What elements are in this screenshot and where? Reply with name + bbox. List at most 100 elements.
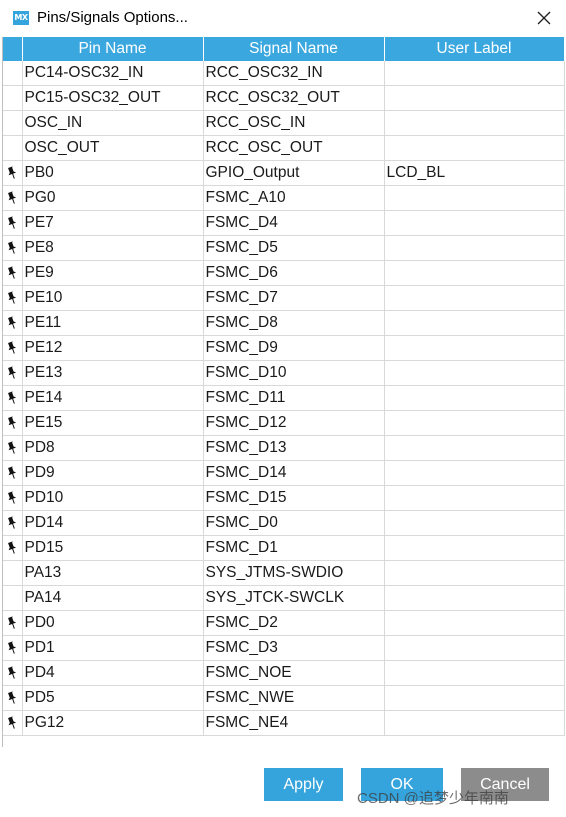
pin-state-cell[interactable] — [3, 610, 23, 636]
user-label-cell[interactable] — [384, 385, 565, 411]
pin-state-cell[interactable] — [3, 260, 23, 286]
table-row[interactable]: PE15 FSMC_D12 — [3, 410, 565, 436]
pin-state-cell[interactable] — [3, 585, 23, 611]
table-row[interactable]: PD5 FSMC_NWE — [3, 685, 565, 711]
pin-state-cell[interactable] — [3, 61, 23, 86]
user-label-cell[interactable] — [384, 635, 565, 661]
column-header-signal-name[interactable]: Signal Name — [203, 37, 385, 61]
user-label-cell[interactable] — [384, 285, 565, 311]
user-label-cell[interactable] — [384, 585, 565, 611]
pin-state-cell[interactable] — [3, 185, 23, 211]
pin-name-cell: OSC_IN — [22, 110, 204, 136]
table-row[interactable]: PD0 FSMC_D2 — [3, 610, 565, 636]
pin-state-cell[interactable] — [3, 485, 23, 511]
table-row[interactable]: PD15 FSMC_D1 — [3, 535, 565, 561]
table-row[interactable]: PE11 FSMC_D8 — [3, 310, 565, 336]
table-row[interactable]: PD4 FSMC_NOE — [3, 660, 565, 686]
table-row[interactable]: PA14 SYS_JTCK-SWCLK — [3, 585, 565, 611]
pin-state-cell[interactable] — [3, 435, 23, 461]
column-header-user-label[interactable]: User Label — [384, 37, 565, 61]
table-row[interactable]: PE14 FSMC_D11 — [3, 385, 565, 411]
table-row[interactable]: OSC_OUT RCC_OSC_OUT — [3, 135, 565, 161]
user-label-cell[interactable] — [384, 360, 565, 386]
user-label-cell[interactable] — [384, 110, 565, 136]
table-row[interactable]: OSC_IN RCC_OSC_IN — [3, 110, 565, 136]
user-label-cell[interactable] — [384, 61, 565, 86]
pin-state-cell[interactable] — [3, 310, 23, 336]
table-row[interactable]: PE13 FSMC_D10 — [3, 360, 565, 386]
table-row[interactable]: PD14 FSMC_D0 — [3, 510, 565, 536]
table-row[interactable]: PD9 FSMC_D14 — [3, 460, 565, 486]
pin-state-cell[interactable] — [3, 360, 23, 386]
user-label-cell[interactable] — [384, 460, 565, 486]
pin-state-cell[interactable] — [3, 660, 23, 686]
pin-name-cell: PE9 — [22, 260, 204, 286]
cancel-button[interactable]: Cancel — [461, 768, 549, 801]
pin-state-cell[interactable] — [3, 710, 23, 736]
table-row[interactable]: PE7 FSMC_D4 — [3, 210, 565, 236]
pins-table-container[interactable]: Pin Name Signal Name User Label PC14-OSC… — [2, 37, 565, 747]
table-row[interactable]: PB0 GPIO_Output LCD_BL — [3, 160, 565, 186]
user-label-cell[interactable] — [384, 235, 565, 261]
user-label-cell[interactable] — [384, 260, 565, 286]
table-row[interactable]: PE8 FSMC_D5 — [3, 235, 565, 261]
user-label-cell[interactable] — [384, 310, 565, 336]
column-header-pin-name[interactable]: Pin Name — [22, 37, 204, 61]
close-button[interactable] — [532, 6, 556, 30]
ok-button[interactable]: OK — [361, 768, 443, 801]
pin-state-cell[interactable] — [3, 110, 23, 136]
user-label-cell[interactable] — [384, 335, 565, 361]
user-label-cell[interactable] — [384, 535, 565, 561]
pin-state-cell[interactable] — [3, 235, 23, 261]
pin-state-cell[interactable] — [3, 535, 23, 561]
user-label-cell[interactable] — [384, 610, 565, 636]
pin-state-cell[interactable] — [3, 410, 23, 436]
pin-state-cell[interactable] — [3, 135, 23, 161]
table-row[interactable]: PD1 FSMC_D3 — [3, 635, 565, 661]
user-label-cell[interactable]: LCD_BL — [384, 160, 565, 186]
table-row[interactable]: PE10 FSMC_D7 — [3, 285, 565, 311]
apply-button[interactable]: Apply — [264, 768, 343, 801]
pin-state-cell[interactable] — [3, 210, 23, 236]
user-label-cell[interactable] — [384, 510, 565, 536]
user-label-cell[interactable] — [384, 210, 565, 236]
user-label-cell[interactable] — [384, 185, 565, 211]
pin-state-cell[interactable] — [3, 160, 23, 186]
user-label-cell[interactable] — [384, 660, 565, 686]
pin-name-cell: PB0 — [22, 160, 204, 186]
pin-state-cell[interactable] — [3, 685, 23, 711]
user-label-cell[interactable] — [384, 485, 565, 511]
pin-state-cell[interactable] — [3, 85, 23, 111]
user-label-cell[interactable] — [384, 135, 565, 161]
user-label-cell[interactable] — [384, 710, 565, 736]
table-row[interactable]: PA13 SYS_JTMS-SWDIO — [3, 560, 565, 586]
pin-state-cell[interactable] — [3, 460, 23, 486]
pin-state-cell[interactable] — [3, 385, 23, 411]
user-label-cell[interactable] — [384, 85, 565, 111]
user-label-cell[interactable] — [384, 560, 565, 586]
table-row[interactable]: PD10 FSMC_D15 — [3, 485, 565, 511]
pin-state-cell[interactable] — [3, 560, 23, 586]
user-label-cell[interactable] — [384, 435, 565, 461]
signal-name-cell: FSMC_D7 — [203, 285, 385, 311]
title-bar: MX Pins/Signals Options... — [0, 0, 566, 36]
pushpin-icon — [8, 466, 17, 479]
table-row[interactable]: PG12 FSMC_NE4 — [3, 710, 565, 736]
user-label-cell[interactable] — [384, 685, 565, 711]
pin-state-cell[interactable] — [3, 510, 23, 536]
signal-name-cell: FSMC_NOE — [203, 660, 385, 686]
table-row[interactable]: PC15-OSC32_OUT RCC_OSC32_OUT — [3, 85, 565, 111]
pin-state-cell[interactable] — [3, 635, 23, 661]
table-row[interactable]: PE9 FSMC_D6 — [3, 260, 565, 286]
table-row[interactable]: PD8 FSMC_D13 — [3, 435, 565, 461]
pin-name-cell: PD14 — [22, 510, 204, 536]
pin-state-cell[interactable] — [3, 335, 23, 361]
column-header-pin-state[interactable] — [3, 37, 23, 61]
pushpin-icon — [8, 191, 17, 204]
table-row[interactable]: PC14-OSC32_IN RCC_OSC32_IN — [3, 61, 565, 86]
user-label-cell[interactable] — [384, 410, 565, 436]
table-row[interactable]: PG0 FSMC_A10 — [3, 185, 565, 211]
table-row[interactable]: PE12 FSMC_D9 — [3, 335, 565, 361]
pin-name-cell: PC14-OSC32_IN — [22, 61, 204, 86]
pin-state-cell[interactable] — [3, 285, 23, 311]
